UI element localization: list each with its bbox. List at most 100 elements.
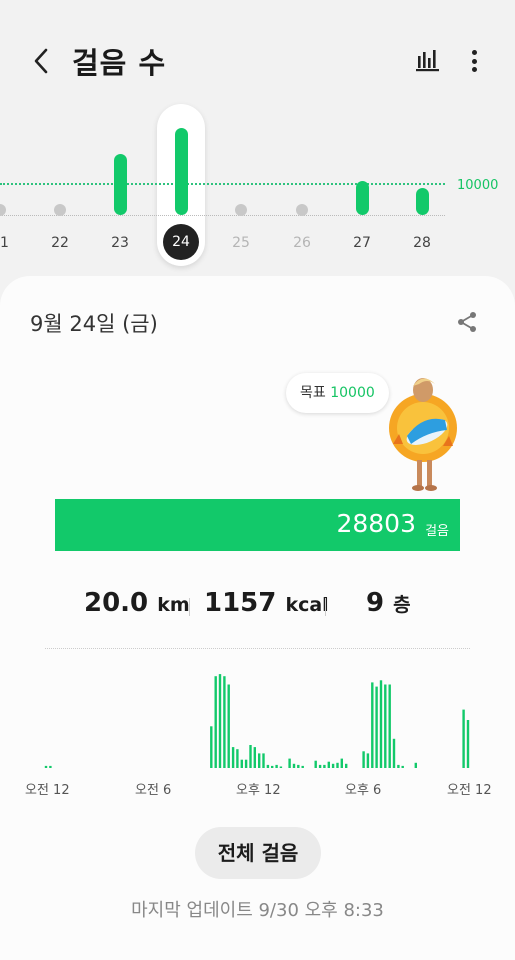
hour-bar <box>414 762 417 768</box>
day-bar-23[interactable] <box>114 154 127 215</box>
hour-bar <box>327 761 330 768</box>
hour-bar <box>279 766 283 768</box>
day-bar-27[interactable] <box>356 181 369 215</box>
more-options-button[interactable] <box>462 46 486 76</box>
hour-bar <box>210 726 213 768</box>
day-bar-28[interactable] <box>416 187 429 215</box>
steps-count: 28803 <box>336 509 416 538</box>
distance-unit: km <box>157 594 190 616</box>
hour-bar <box>301 765 304 768</box>
more-dot-icon <box>471 50 477 55</box>
chart-top-line <box>45 648 470 649</box>
hour-bar <box>297 764 300 768</box>
all-steps-button[interactable]: 전체 걸음 <box>195 827 321 879</box>
hour-bar <box>371 682 374 768</box>
day-dot-22[interactable] <box>54 204 66 216</box>
hour-bar <box>266 764 270 768</box>
calories-stat: 1157 kcal <box>204 588 329 618</box>
page-title: 걸음 수 <box>72 46 167 80</box>
back-button[interactable] <box>26 44 56 78</box>
hour-bar <box>388 684 391 768</box>
day-label-21[interactable]: 21 <box>0 235 22 251</box>
chart-view-button[interactable] <box>414 46 442 74</box>
hour-bar <box>236 749 239 768</box>
goal-text: 목표 <box>300 385 326 401</box>
hour-bar <box>340 758 343 768</box>
hour-bar <box>384 684 387 768</box>
hour-bar <box>375 686 378 768</box>
hour-bar <box>275 764 278 768</box>
hour-bar <box>214 676 217 768</box>
hour-bar <box>253 747 256 768</box>
hour-bar <box>271 765 274 768</box>
more-dot-icon <box>471 67 477 72</box>
calories-unit: kcal <box>285 594 329 616</box>
hour-bar <box>218 674 222 768</box>
hour-bar <box>223 676 226 768</box>
selected-date: 9월 24일 (금) <box>30 312 158 336</box>
day-dot-26[interactable] <box>296 204 308 216</box>
more-dot-icon <box>471 58 477 64</box>
day-label-26[interactable]: 26 <box>280 235 324 251</box>
floors-stat: 9 층 <box>366 588 411 618</box>
calories-value: 1157 <box>204 588 277 618</box>
hour-bar <box>244 759 248 768</box>
chevron-left-icon <box>34 48 48 74</box>
hour-bar <box>318 764 322 768</box>
divider <box>325 598 326 616</box>
hour-bar <box>314 760 317 768</box>
hour-bar <box>240 759 243 768</box>
hour-bar <box>392 738 396 768</box>
hour-bar <box>227 684 230 768</box>
day-label-25[interactable]: 25 <box>219 235 263 251</box>
x-axis-label: 오후 6 <box>345 783 382 798</box>
mascot-illustration <box>389 378 457 491</box>
hour-bar <box>292 763 296 768</box>
day-label-24[interactable]: 24 <box>163 224 199 260</box>
hour-bar <box>44 765 48 768</box>
hour-bar <box>462 709 465 768</box>
hour-bar <box>323 764 326 768</box>
day-label-27[interactable]: 27 <box>340 235 384 251</box>
x-axis-label: 오후 12 <box>236 783 281 798</box>
goal-line <box>0 183 445 185</box>
steps-unit: 걸음 <box>425 524 449 539</box>
floors-unit: 층 <box>393 594 411 616</box>
day-bar-24[interactable] <box>175 128 188 215</box>
hour-bar <box>466 720 470 768</box>
hour-bar <box>49 765 52 768</box>
hour-bar <box>379 680 383 768</box>
hour-bar <box>345 763 348 768</box>
goal-line-label: 10000 <box>457 178 499 193</box>
daily-detail-card: 9월 24일 (금) 목표 10000 28803 걸음 20.0 km 115… <box>0 276 515 960</box>
day-label-22[interactable]: 22 <box>38 235 82 251</box>
hour-bar <box>249 745 252 768</box>
hour-bar <box>401 765 404 768</box>
day-label-23[interactable]: 23 <box>98 235 142 251</box>
x-axis-label: 오전 12 <box>25 783 70 798</box>
header: 걸음 수 <box>0 0 515 120</box>
steps-progress-bar: 28803 걸음 <box>55 499 460 551</box>
bar-chart-icon <box>416 50 439 72</box>
day-dot-25[interactable] <box>235 204 247 216</box>
share-button[interactable] <box>455 310 479 334</box>
divider <box>189 598 190 616</box>
hour-bar <box>331 763 335 768</box>
day-label-28[interactable]: 28 <box>400 235 444 251</box>
hour-bar <box>336 762 339 768</box>
goal-bubble: 목표 10000 <box>286 373 389 413</box>
hourly-steps-chart <box>44 674 470 768</box>
stats-row: 20.0 km 1157 kcal 9 층 <box>0 584 515 628</box>
x-axis-label: 오전 12 <box>447 783 492 798</box>
hour-bar <box>366 753 370 768</box>
x-axis-label: 오전 6 <box>135 783 172 798</box>
hour-bar <box>362 751 365 768</box>
goal-value: 10000 <box>330 385 375 401</box>
hour-bar <box>258 753 261 768</box>
baseline <box>0 215 445 216</box>
distance-stat: 20.0 km <box>84 588 190 618</box>
last-update: 마지막 업데이트 9/30 오후 8:33 <box>131 900 384 921</box>
hour-bar <box>262 753 265 768</box>
share-icon <box>458 312 476 332</box>
floors-value: 9 <box>366 588 385 618</box>
